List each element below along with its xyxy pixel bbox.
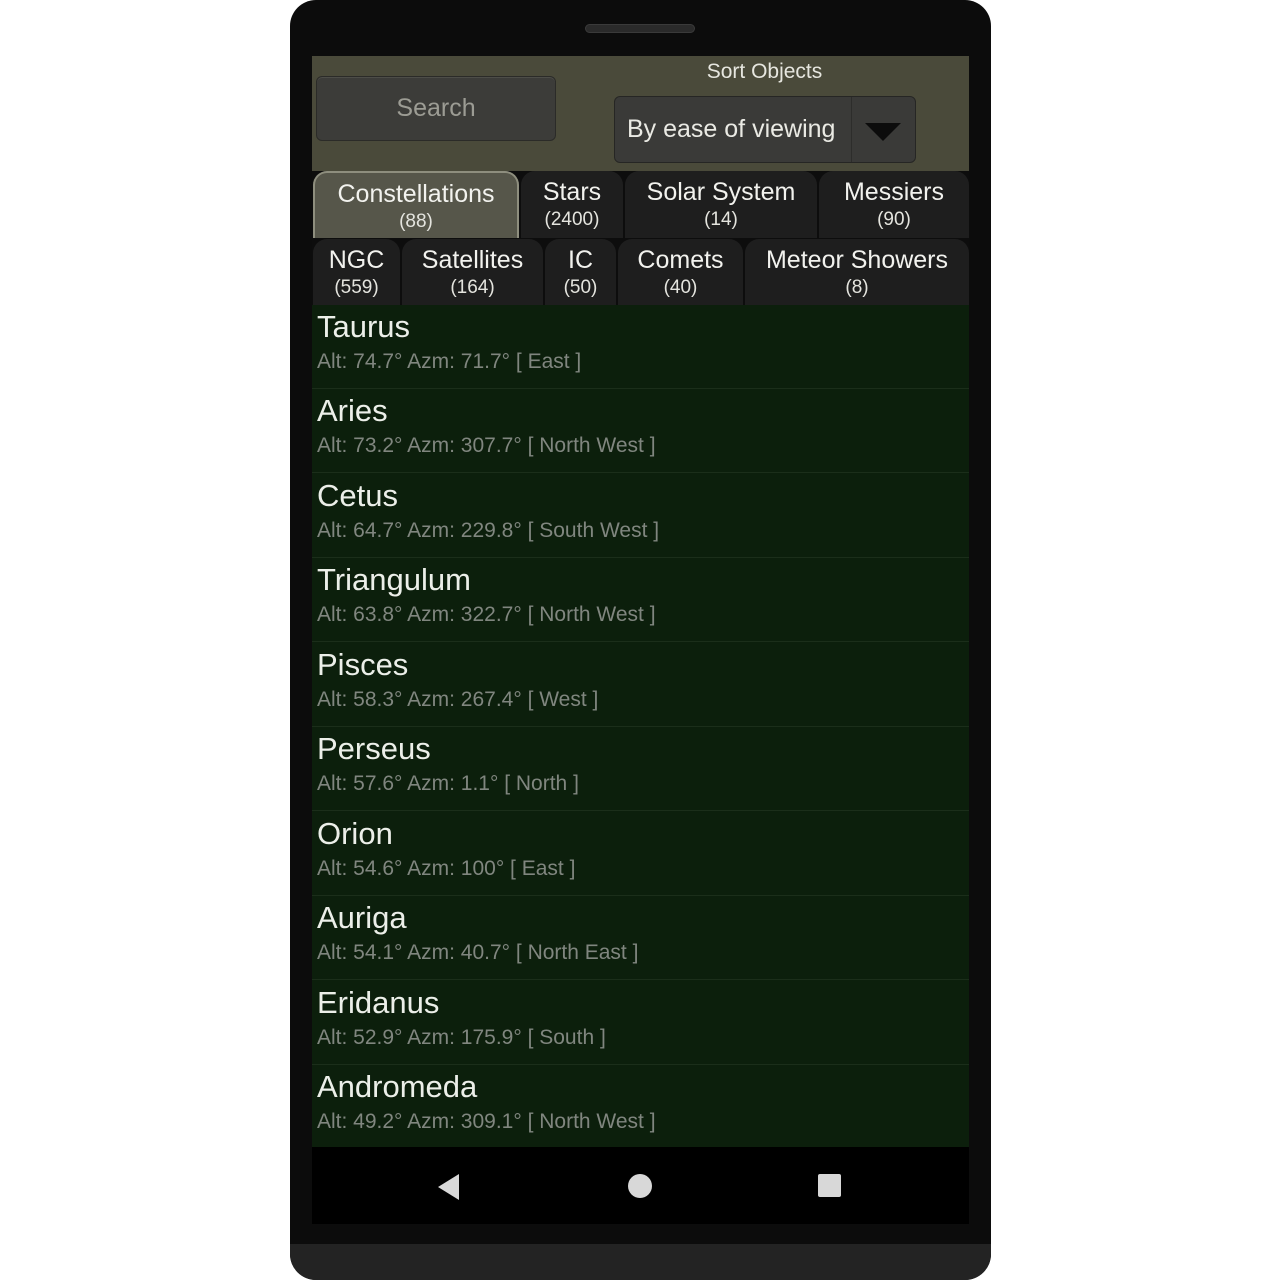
- object-name: Perseus: [317, 731, 431, 766]
- tab-count: (2400): [544, 209, 600, 230]
- tab-comets[interactable]: Comets (40): [618, 239, 743, 305]
- object-name: Pisces: [317, 647, 409, 682]
- list-item[interactable]: Orion Alt: 54.6° Azm: 100° [ East ]: [312, 812, 969, 896]
- tab-ic[interactable]: IC (50): [545, 239, 616, 305]
- sort-objects-label: Sort Objects: [706, 60, 823, 83]
- object-position: Alt: 49.2° Azm: 309.1° [ North West ]: [317, 1110, 656, 1133]
- list-item[interactable]: Pisces Alt: 58.3° Azm: 267.4° [ West ]: [312, 643, 969, 727]
- tab-count: (50): [563, 277, 598, 298]
- tab-messiers[interactable]: Messiers (90): [819, 171, 969, 238]
- tab-count: (164): [450, 277, 495, 298]
- tab-count: (559): [334, 277, 379, 298]
- tab-label: Messiers: [843, 178, 944, 206]
- tab-constellations[interactable]: Constellations (88): [313, 171, 519, 238]
- tab-count: (8): [845, 277, 869, 298]
- dropdown-divider: [851, 97, 852, 162]
- search-button[interactable]: Search: [316, 76, 556, 141]
- object-name: Triangulum: [317, 562, 471, 597]
- chevron-down-icon[interactable]: [865, 123, 901, 141]
- object-position: Alt: 63.8° Azm: 322.7° [ North West ]: [317, 603, 656, 626]
- object-position: Alt: 52.9° Azm: 175.9° [ South ]: [317, 1026, 606, 1049]
- list-item[interactable]: Auriga Alt: 54.1° Azm: 40.7° [ North Eas…: [312, 896, 969, 980]
- sort-dropdown[interactable]: By ease of viewing: [614, 96, 916, 163]
- object-position: Alt: 74.7° Azm: 71.7° [ East ]: [317, 350, 582, 373]
- tab-label: IC: [568, 246, 593, 274]
- list-item[interactable]: Eridanus Alt: 52.9° Azm: 175.9° [ South …: [312, 981, 969, 1065]
- tab-solar-system[interactable]: Solar System (14): [625, 171, 817, 238]
- tab-satellites[interactable]: Satellites (164): [402, 239, 543, 305]
- tab-count: (40): [663, 277, 698, 298]
- object-name: Aries: [317, 393, 388, 428]
- object-position: Alt: 73.2° Azm: 307.7° [ North West ]: [317, 434, 656, 457]
- list-item[interactable]: Cetus Alt: 64.7° Azm: 229.8° [ South Wes…: [312, 474, 969, 558]
- back-triangle-icon[interactable]: [438, 1174, 459, 1200]
- list-item[interactable]: Triangulum Alt: 63.8° Azm: 322.7° [ Nort…: [312, 558, 969, 642]
- tab-stars[interactable]: Stars (2400): [521, 171, 623, 238]
- app-screen: Search Sort Objects By ease of viewing C…: [312, 56, 969, 1224]
- tab-ngc[interactable]: NGC (559): [313, 239, 400, 305]
- list-item[interactable]: Perseus Alt: 57.6° Azm: 1.1° [ North ]: [312, 727, 969, 811]
- tab-label: Stars: [542, 178, 602, 206]
- object-name: Cetus: [317, 478, 398, 513]
- tab-label: Meteor Showers: [765, 246, 949, 274]
- object-position: Alt: 58.3° Azm: 267.4° [ West ]: [317, 688, 599, 711]
- sort-selected-value: By ease of viewing: [627, 115, 836, 143]
- tab-meteor-showers[interactable]: Meteor Showers (8): [745, 239, 969, 305]
- object-name: Eridanus: [317, 985, 440, 1020]
- tab-label: NGC: [328, 246, 385, 274]
- object-list[interactable]: Taurus Alt: 74.7° Azm: 71.7° [ East ] Ar…: [312, 305, 969, 1147]
- tab-label: Constellations: [337, 180, 495, 208]
- tab-label: Solar System: [646, 178, 796, 206]
- tab-count: (14): [704, 209, 738, 230]
- earpiece-speaker: [585, 24, 695, 33]
- object-position: Alt: 57.6° Azm: 1.1° [ North ]: [317, 772, 579, 795]
- home-circle-icon[interactable]: [628, 1174, 652, 1198]
- list-item[interactable]: Aries Alt: 73.2° Azm: 307.7° [ North Wes…: [312, 389, 969, 473]
- tab-count: (88): [399, 211, 433, 232]
- tab-count: (90): [877, 209, 911, 230]
- recents-square-icon[interactable]: [818, 1174, 841, 1197]
- object-position: Alt: 54.6° Azm: 100° [ East ]: [317, 857, 576, 880]
- phone-chin: [290, 1244, 991, 1280]
- tab-label: Comets: [637, 246, 724, 274]
- object-position: Alt: 64.7° Azm: 229.8° [ South West ]: [317, 519, 660, 542]
- app-header: Search Sort Objects By ease of viewing: [312, 56, 969, 171]
- object-name: Orion: [317, 816, 393, 851]
- object-name: Auriga: [317, 900, 407, 935]
- list-item[interactable]: Andromeda Alt: 49.2° Azm: 309.1° [ North…: [312, 1065, 969, 1149]
- android-nav-bar: [312, 1147, 969, 1224]
- list-item[interactable]: Taurus Alt: 74.7° Azm: 71.7° [ East ]: [312, 305, 969, 389]
- object-position: Alt: 54.1° Azm: 40.7° [ North East ]: [317, 941, 639, 964]
- object-name: Taurus: [317, 309, 411, 344]
- category-tabs: Constellations (88) Stars (2400) Solar S…: [312, 171, 969, 305]
- object-name: Andromeda: [317, 1069, 478, 1104]
- tab-label: Satellites: [421, 246, 524, 274]
